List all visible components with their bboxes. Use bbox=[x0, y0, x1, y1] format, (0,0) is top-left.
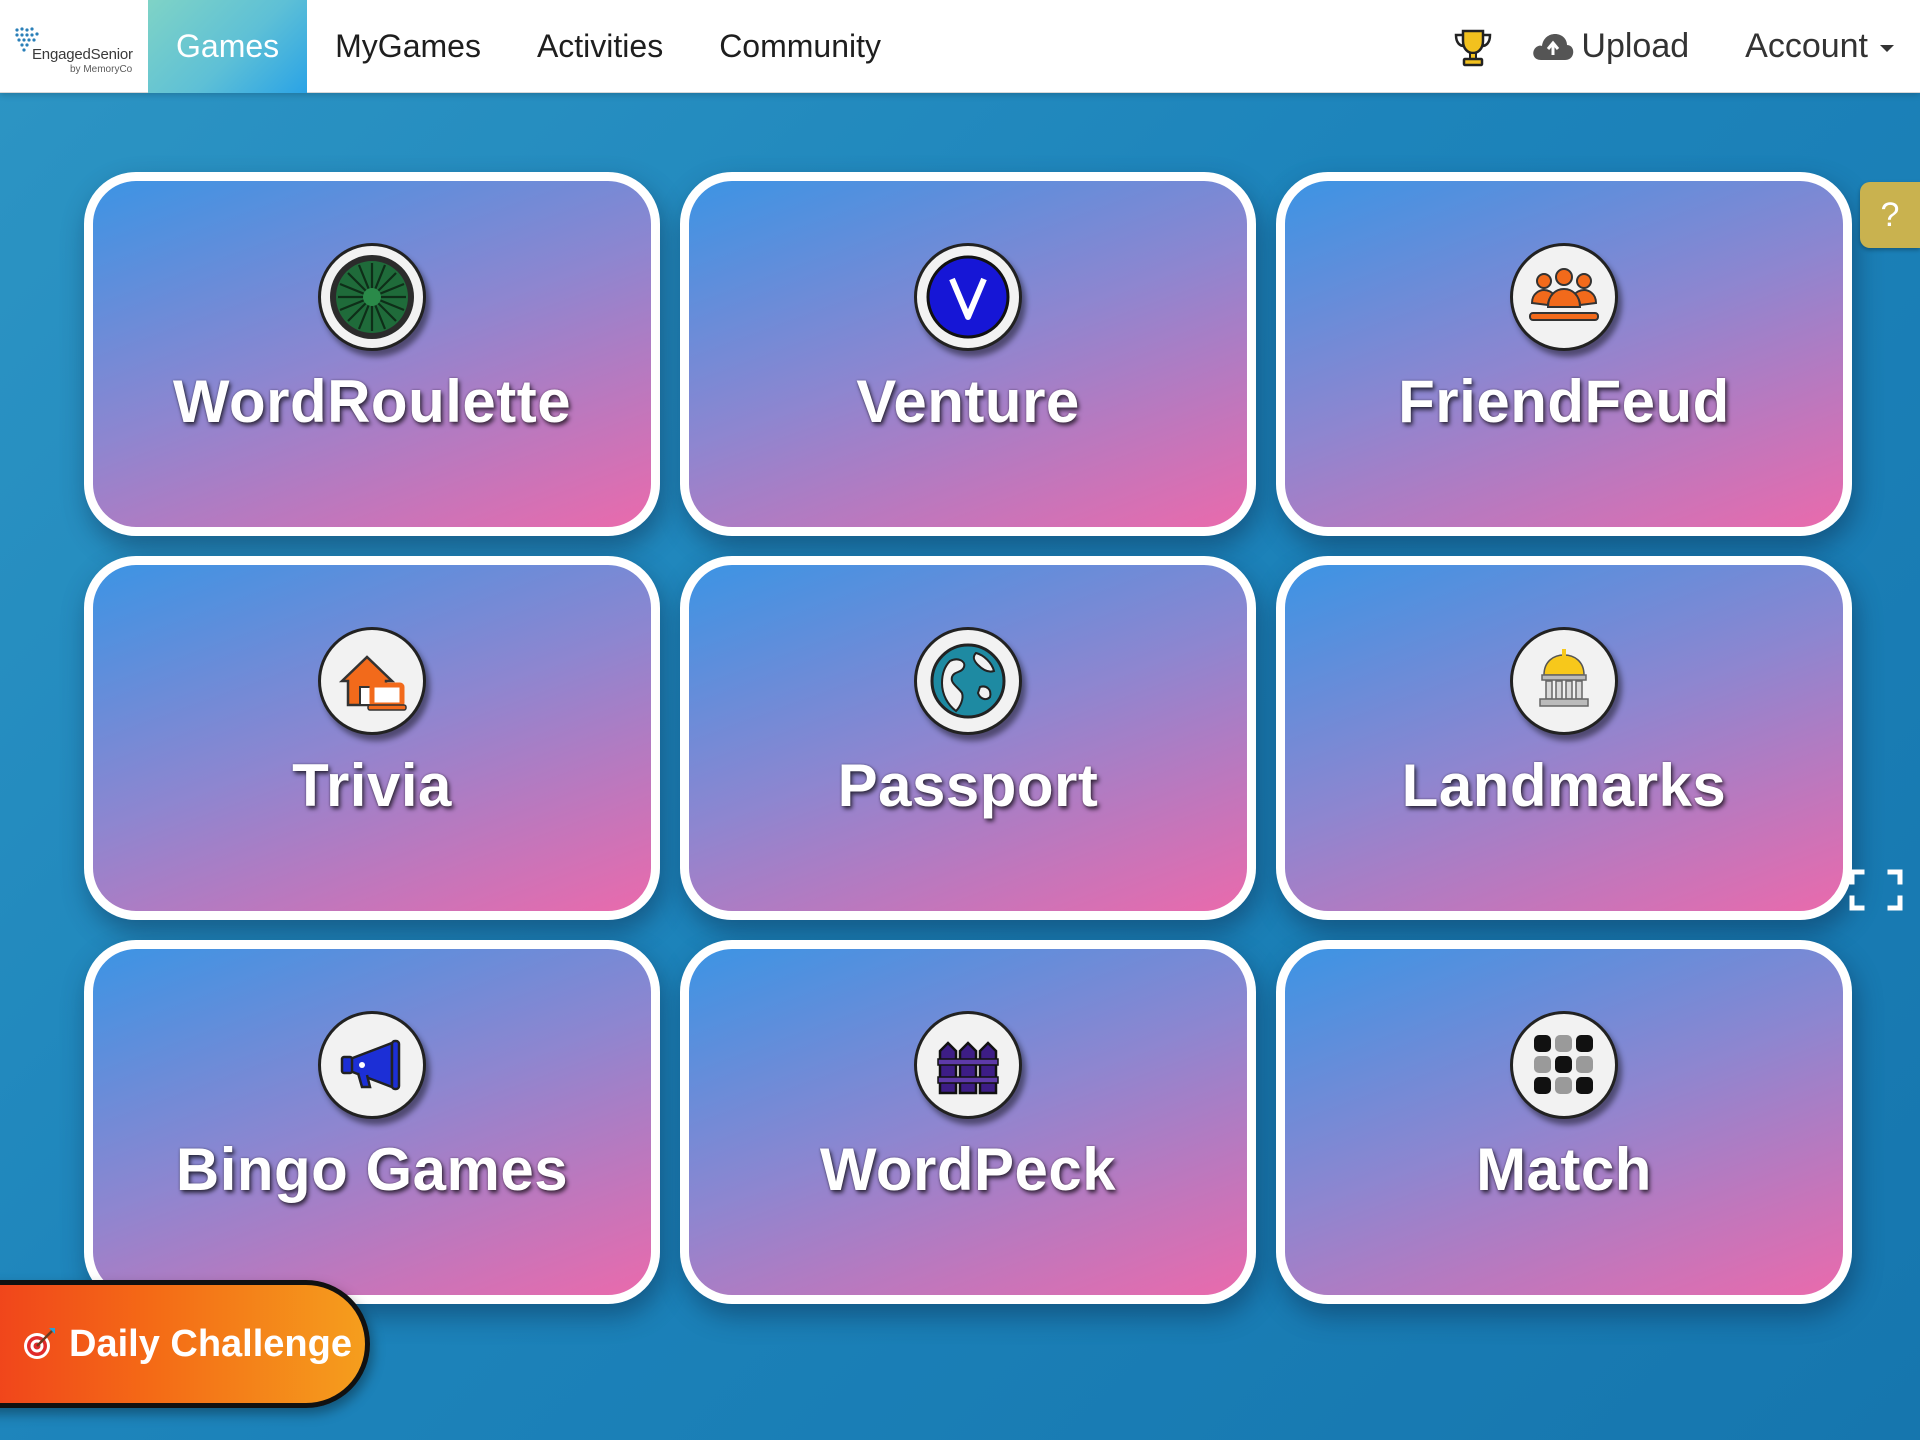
game-card-wordroulette[interactable]: WordRoulette bbox=[84, 172, 660, 536]
game-title: Passport bbox=[837, 752, 1099, 819]
nav-games[interactable]: Games bbox=[148, 0, 308, 93]
upload-button[interactable]: Upload bbox=[1531, 27, 1689, 66]
game-title: WordPeck bbox=[819, 1136, 1117, 1203]
trophy-icon bbox=[1455, 29, 1492, 66]
game-title: Venture bbox=[856, 368, 1080, 435]
trophy-button[interactable] bbox=[1443, 0, 1503, 93]
upload-label: Upload bbox=[1581, 27, 1690, 65]
target-dart-icon bbox=[24, 1328, 55, 1359]
house-laptop-icon bbox=[318, 627, 426, 735]
help-button[interactable]: ? bbox=[1860, 182, 1920, 248]
fullscreen-icon bbox=[1849, 869, 1903, 911]
game-card-bingo-games[interactable]: Bingo Games bbox=[84, 940, 660, 1304]
logo-text: EngagedSenior bbox=[32, 45, 133, 63]
chevron-down-icon bbox=[1880, 45, 1894, 52]
game-title: Landmarks bbox=[1401, 752, 1727, 819]
grid-squares-icon bbox=[1510, 1011, 1618, 1119]
engagedsenior-logo[interactable]: EngagedSenior by MemoryCo bbox=[0, 0, 148, 93]
daily-challenge-label: Daily Challenge bbox=[69, 1322, 352, 1365]
group-people-icon bbox=[1510, 243, 1618, 351]
game-card-trivia[interactable]: Trivia bbox=[84, 556, 660, 920]
globe-icon bbox=[914, 627, 1022, 735]
game-card-match[interactable]: Match bbox=[1276, 940, 1852, 1304]
letter-v-icon bbox=[914, 243, 1022, 351]
game-card-venture[interactable]: Venture bbox=[680, 172, 1256, 536]
account-label: Account bbox=[1745, 27, 1868, 65]
game-title: FriendFeud bbox=[1398, 368, 1730, 435]
account-dropdown[interactable]: Account bbox=[1745, 27, 1894, 66]
megaphone-icon bbox=[318, 1011, 426, 1119]
logo-subtext: by MemoryCo bbox=[70, 63, 133, 75]
game-card-passport[interactable]: Passport bbox=[680, 556, 1256, 920]
game-card-wordpeck[interactable]: WordPeck bbox=[680, 940, 1256, 1304]
landmark-building-icon bbox=[1510, 627, 1618, 735]
game-title: WordRoulette bbox=[172, 368, 572, 435]
game-card-friendfeud[interactable]: FriendFeud bbox=[1276, 172, 1852, 536]
game-title: Match bbox=[1476, 1136, 1652, 1203]
fullscreen-button[interactable] bbox=[1848, 868, 1904, 912]
fence-icon bbox=[914, 1011, 1022, 1119]
top-navbar: EngagedSenior by MemoryCo Games MyGames … bbox=[0, 0, 1920, 93]
nav-activities[interactable]: Activities bbox=[509, 0, 691, 93]
game-title: Bingo Games bbox=[175, 1136, 569, 1203]
nav-community[interactable]: Community bbox=[691, 0, 909, 93]
game-card-landmarks[interactable]: Landmarks bbox=[1276, 556, 1852, 920]
cloud-upload-icon bbox=[1533, 33, 1574, 60]
roulette-wheel-icon bbox=[318, 243, 426, 351]
daily-challenge-button[interactable]: Daily Challenge bbox=[0, 1280, 370, 1408]
game-title: Trivia bbox=[292, 752, 452, 819]
nav-mygames[interactable]: MyGames bbox=[307, 0, 509, 93]
